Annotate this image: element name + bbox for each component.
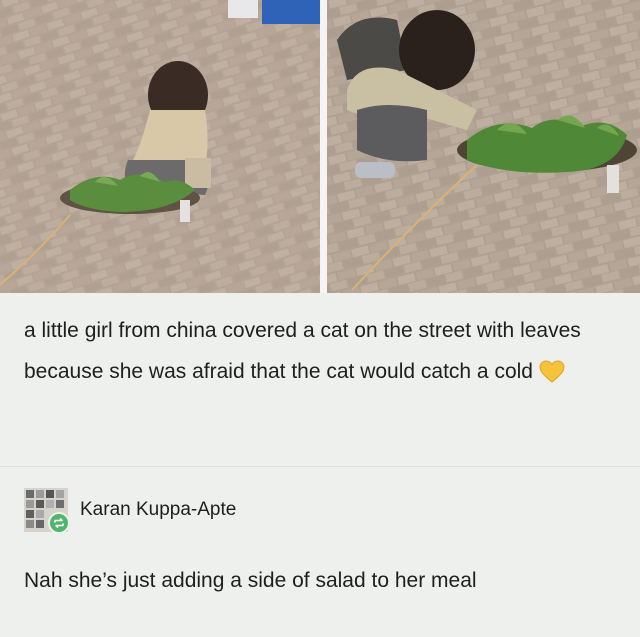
post-caption: a little girl from china covered a cat o… (24, 310, 616, 398)
photo-collage (0, 0, 640, 293)
post-caption-text: a little girl from china covered a cat o… (24, 319, 581, 383)
photo-girl-covering-cat-left (0, 0, 320, 293)
photo-girl-covering-cat-right (327, 0, 640, 293)
reply-username[interactable]: Karan Kuppa-Apte (80, 499, 236, 521)
post-divider (0, 466, 640, 467)
reblog-icon (48, 512, 70, 534)
reply-text: Nah she’s just adding a side of salad to… (24, 569, 477, 592)
avatar-container[interactable] (24, 488, 70, 534)
yellow-heart-icon (539, 357, 565, 398)
reply-author[interactable]: Karan Kuppa-Apte (24, 488, 236, 534)
